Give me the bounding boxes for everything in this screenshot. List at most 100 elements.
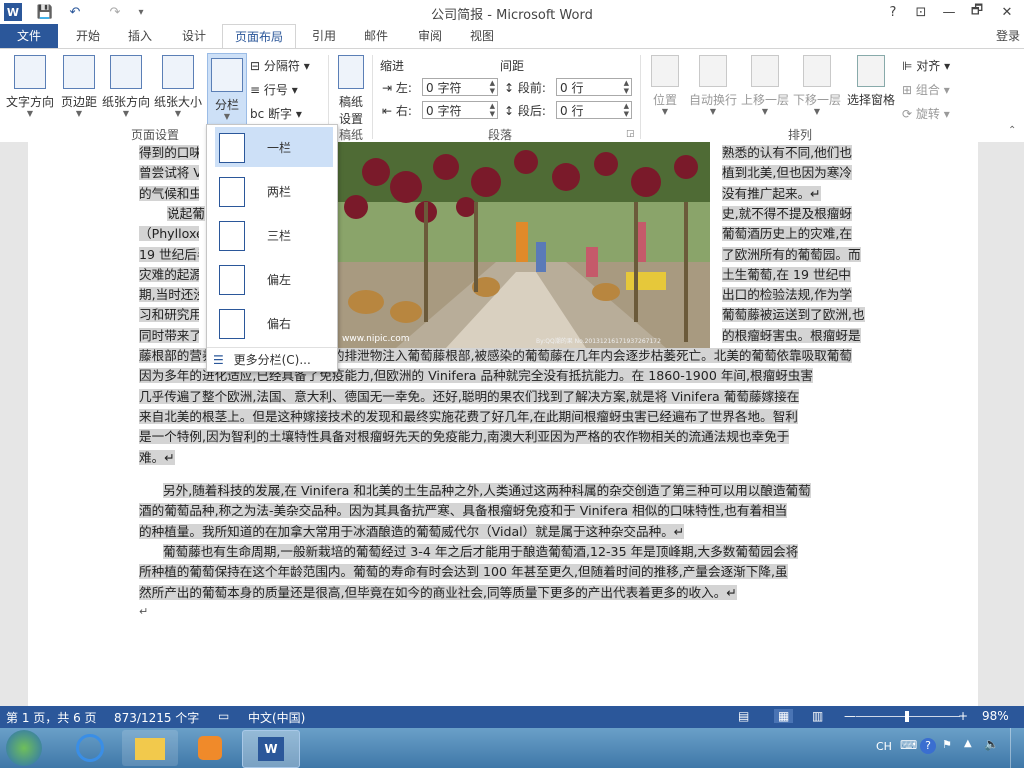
draft-paper-icon <box>338 55 364 89</box>
group-button[interactable]: ⊞ 组合 ▾ <box>902 81 950 98</box>
file-explorer-icon[interactable] <box>122 730 178 766</box>
columns-option-one[interactable]: 一栏 <box>215 127 333 167</box>
end-of-document-mark: ↵ <box>139 605 149 618</box>
size-button[interactable]: 纸张大小 ▼ <box>152 55 204 118</box>
text-line: 所种植的葡萄保持在这个年龄范围内。葡萄的寿命有时会达到 100 年甚至更久,但随… <box>139 564 788 580</box>
text-line-right: 葡萄酒历史上的灾难,在 <box>722 226 852 242</box>
word-taskbar-icon[interactable]: W <box>242 730 300 768</box>
line-numbers-button[interactable]: ≡ 行号 ▾ <box>250 81 298 98</box>
ribbon-display-options-button[interactable]: ⊡ <box>910 2 932 22</box>
collapse-ribbon-icon[interactable]: ⌃ <box>1008 125 1016 136</box>
align-button[interactable]: ⊫ 对齐 ▾ <box>902 57 950 74</box>
keyboard-icon[interactable]: ⌨ <box>900 738 917 752</box>
indent-left-input[interactable]: 0 字符 ▲ ▼ <box>422 78 498 96</box>
paragraph-dialog-launcher-icon[interactable]: ◲ <box>626 129 635 139</box>
arrange-group-label: 排列 <box>787 128 812 142</box>
page-setup-group-label: 页面设置 <box>130 128 179 142</box>
margins-icon <box>63 55 95 89</box>
text-line-right: 史,就不得不提及根瘤蚜 <box>722 205 852 221</box>
tab-view[interactable]: 视图 <box>460 24 504 48</box>
draft-settings-button[interactable]: 稿纸 设置 <box>334 55 368 127</box>
ribbon: 文字方向 ▼ 页边距 ▼ 纸张方向 ▼ 纸张大小 ▼ 分栏 ▼ ⊟ 分隔符 ▾ … <box>0 48 1024 144</box>
internet-explorer-icon[interactable] <box>62 730 118 766</box>
zoom-level[interactable]: 98% <box>982 709 1009 723</box>
zoom-in-button[interactable]: + <box>958 709 968 723</box>
hyphenation-button[interactable]: bc 断字 ▾ <box>250 105 302 122</box>
hyphenation-icon: bc <box>250 107 265 121</box>
zoom-slider-thumb[interactable] <box>905 711 909 722</box>
draft-group-label: 稿纸 <box>338 128 363 142</box>
proofing-icon[interactable]: ▭ <box>218 709 229 723</box>
tab-page-layout[interactable]: 页面布局 <box>222 24 296 49</box>
columns-option-right[interactable]: 偏右 <box>215 303 333 343</box>
restore-button[interactable]: 🗗 <box>966 2 988 22</box>
show-desktop-button[interactable] <box>1010 728 1024 768</box>
line-numbers-icon: ≡ <box>250 83 261 97</box>
spacing-after-input[interactable]: 0 行 ▲ ▼ <box>556 101 632 119</box>
zoom-out-button[interactable]: — <box>844 709 856 723</box>
vineyard-illustration <box>336 142 710 348</box>
columns-button[interactable]: 分栏 ▼ <box>207 53 247 125</box>
photo-stamp: By:QQ潮的果 No.20131216171937267172 <box>536 338 661 345</box>
wrap-text-button[interactable]: 自动换行 ▼ <box>688 55 738 116</box>
columns-option-left[interactable]: 偏左 <box>215 259 333 299</box>
rotate-button[interactable]: ⟳ 旋转 ▾ <box>902 105 950 122</box>
action-center-icon[interactable]: ⚑ <box>942 738 952 751</box>
read-mode-icon[interactable]: ▤ <box>738 709 749 723</box>
more-columns-link[interactable]: ☰ 更多分栏(C)... <box>213 351 331 369</box>
show-hidden-icons[interactable]: ▲ <box>964 738 972 749</box>
indent-left-icon: ⇥ <box>382 81 393 95</box>
login-link[interactable]: 登录 <box>996 24 1020 48</box>
minimize-button[interactable]: — <box>938 2 960 22</box>
text-line-left: 灾难的起源 <box>139 265 199 285</box>
orientation-icon <box>110 55 142 89</box>
window-title: 公司简报 - Microsoft Word <box>431 8 593 23</box>
help-button[interactable]: ? <box>882 2 904 22</box>
margins-button[interactable]: 页边距 ▼ <box>58 55 100 118</box>
tab-mailings[interactable]: 邮件 <box>354 24 398 48</box>
bring-forward-button[interactable]: 上移一层 ▼ <box>740 55 790 116</box>
tab-insert[interactable]: 插入 <box>118 24 162 48</box>
left-column-icon <box>219 265 245 295</box>
media-player-icon[interactable] <box>182 730 238 766</box>
spacing-before-label: ↕ 段前: <box>504 81 546 95</box>
spacing-before-input[interactable]: 0 行 ▲ ▼ <box>556 78 632 96</box>
selection-pane-button[interactable]: 选择窗格 <box>846 55 896 108</box>
tab-references[interactable]: 引用 <box>302 24 346 48</box>
text-line: 的种植量。我所知道的在加拿大常用于冰酒酿造的葡萄威代尔（Vidal）就是属于这种… <box>139 523 685 539</box>
text-line-left: 期,当时还没 <box>139 285 199 305</box>
help-tray-icon[interactable]: ? <box>920 738 936 754</box>
tab-review[interactable]: 审阅 <box>408 24 452 48</box>
text-line: 几乎传遍了整个欧洲,法国、意大利、德国无一幸免。还好,聪明的果农们找到了解决方案… <box>139 388 800 404</box>
text-direction-icon <box>14 55 46 89</box>
close-button[interactable]: ✕ <box>996 2 1018 22</box>
align-icon: ⊫ <box>902 59 913 73</box>
text-line: 然所产出的葡萄本身的质量还是很高,但毕竟在如今的商业社会,同等质量下更多的产出代… <box>139 584 737 600</box>
breaks-button[interactable]: ⊟ 分隔符 ▾ <box>250 57 310 74</box>
page-count[interactable]: 第 1 页，共 6 页 <box>6 709 97 726</box>
indent-right-input[interactable]: 0 字符 ▲ ▼ <box>422 101 498 119</box>
position-button[interactable]: 位置 ▼ <box>646 55 684 116</box>
print-layout-icon[interactable]: ▦ <box>774 709 794 723</box>
status-bar: 第 1 页，共 6 页 873/1215 个字 ▭ 中文(中国) ▤ ▦ ▥ —… <box>0 706 1024 728</box>
windows-taskbar: W CH ⌨ ? ⚑ ▲ 🔈 <box>0 728 1024 768</box>
right-column-icon <box>219 309 245 339</box>
send-backward-button[interactable]: 下移一层 ▼ <box>792 55 842 116</box>
tab-file[interactable]: 文件 <box>0 24 58 48</box>
columns-option-two[interactable]: 两栏 <box>215 171 333 211</box>
input-language-indicator[interactable]: CH <box>876 740 892 753</box>
text-line-left: 同时带来了 <box>139 326 199 346</box>
text-direction-button[interactable]: 文字方向 ▼ <box>4 55 56 118</box>
vineyard-photo[interactable]: www.nipic.com By:QQ潮的果 No.20131216171937… <box>336 142 710 348</box>
tab-design[interactable]: 设计 <box>172 24 216 48</box>
columns-option-three[interactable]: 三栏 <box>215 215 333 255</box>
web-layout-icon[interactable]: ▥ <box>812 709 823 723</box>
start-button-icon[interactable] <box>6 730 42 766</box>
language-indicator[interactable]: 中文(中国) <box>248 709 305 726</box>
tab-home[interactable]: 开始 <box>66 24 110 48</box>
orientation-button[interactable]: 纸张方向 ▼ <box>100 55 152 118</box>
columns-icon <box>211 58 243 92</box>
volume-icon[interactable]: 🔈 <box>984 737 999 751</box>
word-count[interactable]: 873/1215 个字 <box>114 709 199 726</box>
page-size-icon <box>162 55 194 89</box>
